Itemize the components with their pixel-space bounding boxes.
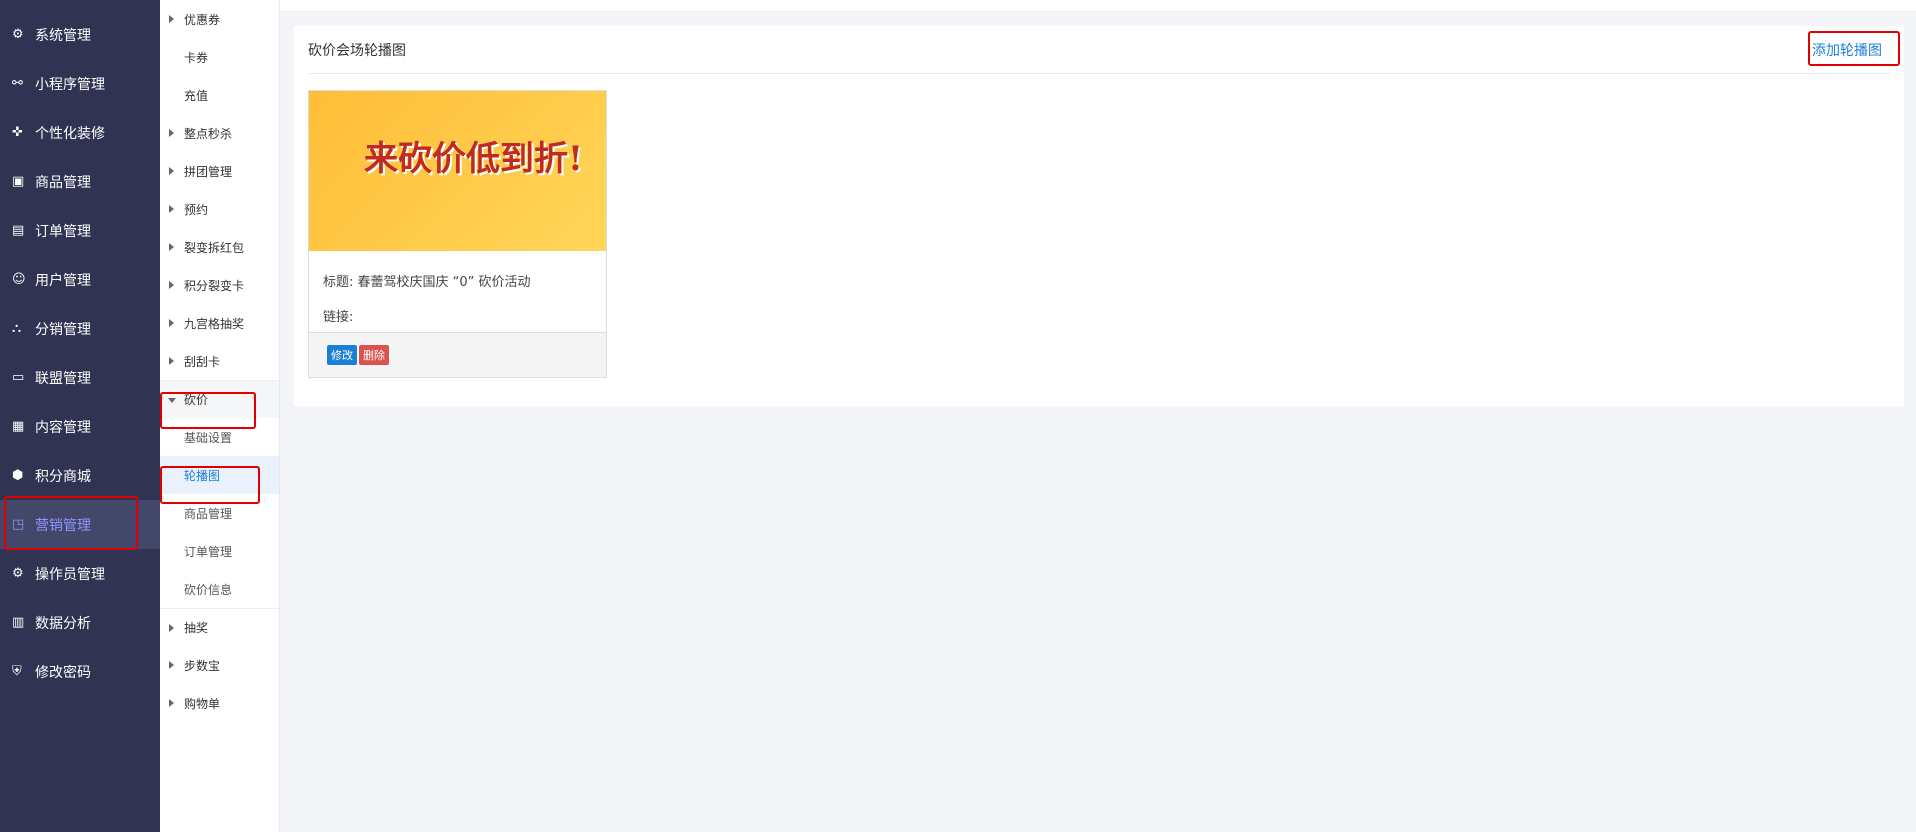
sub-item[interactable]: 砍价信息 [160, 570, 279, 608]
sub-label: 整点秒杀 [184, 126, 233, 141]
sub-item[interactable]: 拼团管理 [160, 152, 279, 190]
sub-label: 九宫格抽奖 [184, 316, 245, 331]
sub-item[interactable]: 卡券 [160, 38, 279, 76]
sub-item[interactable]: 步数宝 [160, 646, 279, 684]
sub-item[interactable]: 充值 [160, 76, 279, 114]
sub-label: 裂变拆红包 [184, 240, 245, 255]
panel-title: 砍价会场轮播图 [308, 42, 406, 59]
card-link: 链接: [323, 300, 592, 335]
sub-label: 步数宝 [184, 658, 221, 673]
title-label: 标题: [323, 275, 354, 290]
menu-icon: ☺ [12, 271, 26, 287]
sub-label: 购物单 [184, 696, 221, 711]
sub-item[interactable]: 预约 [160, 190, 279, 228]
nav-item[interactable]: ▣ 商品管理 [0, 157, 160, 206]
menu-icon: ▥ [12, 614, 25, 630]
nav-label: 订单管理 [35, 223, 91, 240]
banner-text: 来砍价低到折! [364, 139, 583, 179]
menu-icon: ▣ [12, 173, 25, 189]
sub-label: 商品管理 [184, 506, 233, 521]
nav-item[interactable]: ⚯ 小程序管理 [0, 59, 160, 108]
menu-icon: ⛬ [12, 320, 22, 336]
link-label: 链接: [323, 310, 354, 325]
nav-label: 用户管理 [35, 272, 91, 289]
sub-item[interactable]: 积分裂变卡 [160, 266, 279, 304]
card-info: 标题: 春蕾驾校庆国庆 “0” 砍价活动 链接: [309, 251, 606, 335]
menu-icon: ⚯ [12, 75, 23, 91]
sub-label: 刮刮卡 [184, 354, 221, 369]
sub-item[interactable]: 九宫格抽奖 [160, 304, 279, 342]
nav-label: 内容管理 [35, 419, 91, 436]
sub-label: 拼团管理 [184, 164, 233, 179]
nav-label: 联盟管理 [35, 370, 91, 387]
menu-icon: ▦ [12, 418, 25, 434]
sub-item[interactable]: 整点秒杀 [160, 114, 279, 152]
sub-label: 基础设置 [184, 430, 233, 445]
nav-item[interactable]: ▤ 订单管理 [0, 206, 160, 255]
sub-label: 砍价信息 [184, 582, 233, 597]
nav-label: 数据分析 [35, 615, 91, 632]
nav-label: 个性化装修 [35, 125, 105, 142]
menu-icon: ⛨ [12, 663, 22, 679]
menu-icon: ▭ [12, 369, 25, 385]
sub-label: 积分裂变卡 [184, 278, 245, 293]
delete-button[interactable]: 删除 [359, 345, 389, 365]
caret-right-icon [169, 624, 174, 632]
banner-card: 来砍价低到折! 标题: 春蕾驾校庆国庆 “0” 砍价活动 链接: 修改 删除 [308, 90, 607, 378]
caret-right-icon [169, 205, 174, 213]
edit-button[interactable]: 修改 [327, 345, 357, 365]
nav-item[interactable]: ▭ 联盟管理 [0, 353, 160, 402]
menu-icon: ⚙ [12, 565, 24, 581]
caret-right-icon [169, 243, 174, 251]
menu-icon: ✜ [12, 124, 23, 140]
main-sidebar: ⚙ 系统管理 ⚯ 小程序管理 ✜ 个性化装修 ▣ 商品管理 ▤ 订单管理 ☺ 用户管理 ⛬ 分销管理 ▭ 联盟… [0, 0, 160, 832]
sub-label: 充值 [184, 88, 209, 103]
nav-label: 小程序管理 [35, 76, 105, 93]
nav-item[interactable]: ⛬ 分销管理 [0, 304, 160, 353]
sub-item[interactable]: 刮刮卡 [160, 342, 279, 380]
nav-item[interactable]: ▦ 内容管理 [0, 402, 160, 451]
nav-item[interactable]: ⛨ 修改密码 [0, 647, 160, 696]
nav-item[interactable]: ☺ 用户管理 [0, 255, 160, 304]
sub-item[interactable]: 裂变拆红包 [160, 228, 279, 266]
nav-label: 修改密码 [35, 664, 91, 681]
nav-label: 积分商城 [35, 468, 91, 485]
nav-label: 商品管理 [35, 174, 91, 191]
sub-item[interactable]: 购物单 [160, 684, 279, 722]
sub-item[interactable]: 优惠券 [160, 0, 279, 38]
caret-right-icon [169, 699, 174, 707]
banner-image: 来砍价低到折! [309, 91, 606, 251]
caret-right-icon [169, 319, 174, 327]
content-panel: 砍价会场轮播图 添加轮播图 来砍价低到折! 标题: 春蕾驾校庆国庆 “0” 砍价… [294, 26, 1904, 406]
caret-right-icon [169, 15, 174, 23]
nav-item[interactable]: ⚙ 系统管理 [0, 10, 160, 59]
nav-label: 分销管理 [35, 321, 91, 338]
card-actions: 修改 删除 [309, 332, 606, 377]
sub-label: 抽奖 [184, 621, 209, 635]
nav-item[interactable]: ▥ 数据分析 [0, 598, 160, 647]
nav-item[interactable]: ⚙ 操作员管理 [0, 549, 160, 598]
sub-item[interactable]: 订单管理 [160, 532, 279, 570]
nav-label: 系统管理 [35, 27, 91, 44]
menu-icon: ▤ [12, 222, 25, 238]
sub-label: 卡券 [184, 50, 209, 65]
nav-item[interactable]: ✜ 个性化装修 [0, 108, 160, 157]
sub-label: 预约 [184, 202, 209, 217]
panel-header: 砍价会场轮播图 添加轮播图 [308, 26, 1890, 74]
sub-label: 优惠券 [184, 12, 221, 27]
sub-label: 订单管理 [184, 544, 233, 559]
caret-right-icon [169, 167, 174, 175]
card-title: 标题: 春蕾驾校庆国庆 “0” 砍价活动 [323, 265, 592, 300]
caret-right-icon [169, 129, 174, 137]
menu-icon: ⬢ [12, 467, 24, 483]
caret-right-icon [169, 661, 174, 669]
nav-label: 操作员管理 [35, 566, 105, 583]
menu-icon: ⚙ [12, 26, 24, 42]
caret-right-icon [169, 281, 174, 289]
top-bar [280, 0, 1916, 12]
sub-item[interactable]: 抽奖 [160, 608, 279, 646]
title-value: 春蕾驾校庆国庆 “0” 砍价活动 [357, 275, 531, 290]
caret-right-icon [169, 357, 174, 365]
nav-item[interactable]: ⬢ 积分商城 [0, 451, 160, 500]
